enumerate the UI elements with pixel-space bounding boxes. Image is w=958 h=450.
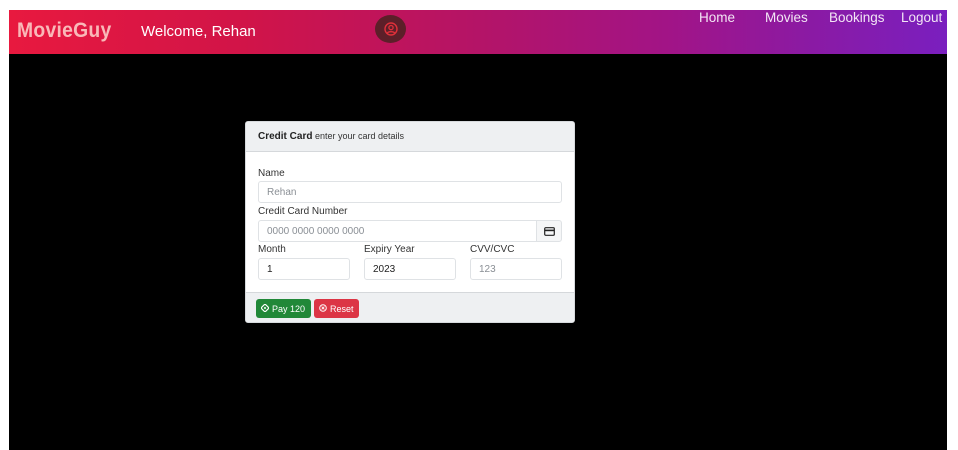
nav-movies-link[interactable]: Movies	[765, 10, 808, 25]
app-viewport: MovieGuy Welcome, Rehan Home Movies Book…	[9, 10, 947, 450]
name-input[interactable]: Rehan	[258, 181, 562, 203]
reset-button[interactable]: Reset	[314, 299, 359, 318]
card-subtitle: enter your card details	[314, 131, 405, 141]
nav-bookings-link[interactable]: Bookings	[829, 10, 885, 25]
expiry-year-label: Expiry Year	[364, 244, 415, 255]
cvv-label: CVV/CVC	[470, 244, 515, 255]
card-title: Credit Card	[258, 131, 313, 142]
welcome-message: Welcome, Rehan	[141, 23, 256, 40]
card-footer: Pay 120 Reset	[246, 292, 574, 322]
top-navbar: MovieGuy Welcome, Rehan Home Movies Book…	[9, 10, 947, 54]
month-label: Month	[258, 244, 286, 255]
name-label: Name	[258, 168, 285, 179]
circle-x-icon	[319, 303, 327, 314]
nav-home-link[interactable]: Home	[699, 10, 735, 25]
expiry-year-select[interactable]: 2023	[364, 258, 456, 280]
gem-icon	[260, 302, 270, 314]
card-number-input[interactable]: 0000 0000 0000 0000	[258, 220, 537, 242]
card-number-label: Credit Card Number	[258, 206, 348, 217]
card-number-addon	[536, 220, 562, 242]
credit-card-form: Credit Card enter your card details Name…	[245, 121, 575, 323]
pay-button-label: Pay 120	[272, 303, 306, 314]
cvv-input[interactable]: 123	[470, 258, 562, 280]
nav-logout-link[interactable]: Logout	[901, 10, 942, 25]
pay-button[interactable]: Pay 120	[256, 299, 311, 318]
reset-button-label: Reset	[330, 303, 354, 314]
card-header: Credit Card enter your card details	[246, 122, 574, 152]
credit-card-icon	[543, 226, 555, 236]
month-select[interactable]: 1	[258, 258, 350, 280]
user-circle-icon	[383, 22, 398, 36]
user-avatar-icon[interactable]	[375, 15, 406, 43]
brand-logo[interactable]: MovieGuy	[17, 19, 112, 43]
